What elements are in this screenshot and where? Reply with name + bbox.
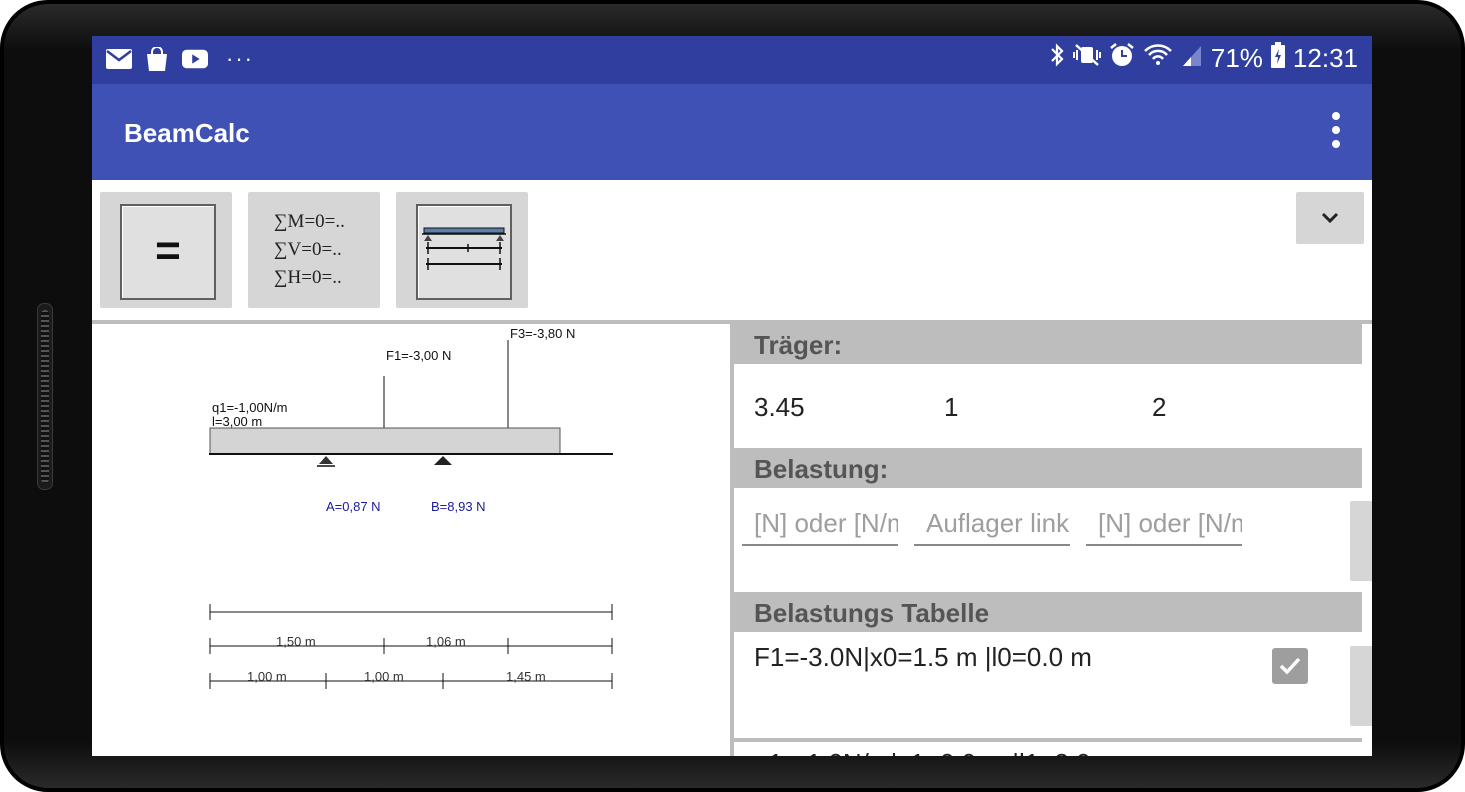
reaction-a-label: A=0,87 N [326,499,381,514]
dimension-row-2: 1,00 m 1,00 m 1,45 m [209,669,613,689]
beam-section-title: Träger: [754,330,843,360]
equations-icon: ∑M=0=.. ∑V=0=.. ∑H=0=.. [274,208,345,292]
support-a-icon [317,456,335,467]
load-f1-label: F1=-3,00 N [386,348,451,363]
load-length-input[interactable]: [N] oder [N/m] [1086,500,1242,546]
beam-diagram-pane: F1=-3,00 N F3=-3,80 N q1=-1,00N/m l=3,00… [92,324,730,756]
load-value-input[interactable]: [N] oder [N/m] [742,500,898,546]
load-section-title: Belastung: [754,454,889,484]
equation-vertical: ∑V=0=.. [274,239,342,260]
status-bar: ··· 71% 12:31 [92,36,1372,84]
overflow-menu-icon[interactable] [1330,112,1342,148]
beam-length-value[interactable]: 3.45 [754,392,805,423]
battery-percent: 71% [1210,43,1263,73]
clock: 12:31 [1292,43,1358,73]
signal-icon [1181,42,1203,75]
dimension-label: 1,45 m [506,669,546,684]
load-table-title: Belastungs Tabelle [754,598,990,628]
wifi-icon [1143,42,1173,75]
youtube-icon [182,47,208,71]
speaker-grille [37,303,53,490]
reaction-b-label: B=8,93 N [431,499,486,514]
load-row-checkbox[interactable] [1272,648,1308,684]
app-title: BeamCalc [124,118,250,148]
load-section-header: Belastung: [734,448,1362,488]
beam-layout-icon [422,227,506,270]
dimension-label: 1,06 m [426,634,466,649]
delete-load-button[interactable] [1350,646,1372,726]
support-right-value[interactable]: 2 [1152,392,1166,423]
bluetooth-icon [1049,42,1065,75]
beam-diagram: F1=-3,00 N F3=-3,80 N q1=-1,00N/m l=3,00… [209,326,613,689]
equilibrium-equations-button[interactable]: ∑M=0=.. ∑V=0=.. ∑H=0=.. [248,192,380,308]
input-pane: Träger: 3.45 1 2 Belastung: [N] oder [N/… [734,324,1372,756]
calculate-button[interactable]: = [100,192,232,308]
dimension-label: 1,50 m [276,634,316,649]
dimension-row-1: 1,50 m 1,06 m [209,634,613,654]
distributed-length-label: l=3,00 m [212,414,262,429]
phone-frame: ··· 71% 12:31 BeamCalc = ∑M=0=.. ∑V=0=..… [0,0,1465,792]
distributed-load-label: q1=-1,00N/m [212,400,288,415]
load-f3-label: F3=-3,80 N [510,326,575,341]
load-length-placeholder: [N] oder [N/m] [1098,508,1242,538]
shopping-bag-icon [144,47,170,71]
equals-icon: = [155,226,181,275]
collapse-toolbar-button[interactable] [1296,192,1364,244]
mail-icon [106,47,132,71]
support-position-input[interactable]: Auflager links [914,500,1070,546]
alarm-icon [1109,42,1135,75]
more-notifications-icon: ··· [226,46,254,71]
battery-charging-icon [1270,42,1285,75]
support-left-value[interactable]: 1 [944,392,958,423]
load-table-header: Belastungs Tabelle [734,592,1362,632]
toolbar: = ∑M=0=.. ∑V=0=.. ∑H=0=.. [92,180,1372,320]
beam-layout-button[interactable] [396,192,528,308]
check-icon [1279,657,1301,675]
chevron-down-icon [1321,212,1339,224]
screen: ··· 71% 12:31 BeamCalc = ∑M=0=.. ∑V=0=..… [92,36,1372,756]
load-value-placeholder: [N] oder [N/m] [754,508,898,538]
equation-horizontal: ∑H=0=.. [274,267,342,288]
table-row-divider [734,738,1362,742]
beam-section-header: Träger: [734,324,1362,364]
beam [209,427,561,455]
load-table-row[interactable]: F1=-3.0N|x0=1.5 m |l0=0.0 m [754,642,1092,673]
app-bar: BeamCalc [92,84,1372,180]
add-load-button[interactable] [1350,501,1372,581]
support-b-icon [434,456,452,465]
vibrate-mute-icon [1072,42,1101,75]
dimension-label: 1,00 m [364,669,404,684]
load-table-row[interactable]: q1=-1.0N/m|x1=0.0 m |l1=3.0 m [754,748,1119,756]
support-position-placeholder: Auflager links [926,508,1070,538]
dimension-label: 1,00 m [247,669,287,684]
equation-moment: ∑M=0=.. [274,211,345,232]
